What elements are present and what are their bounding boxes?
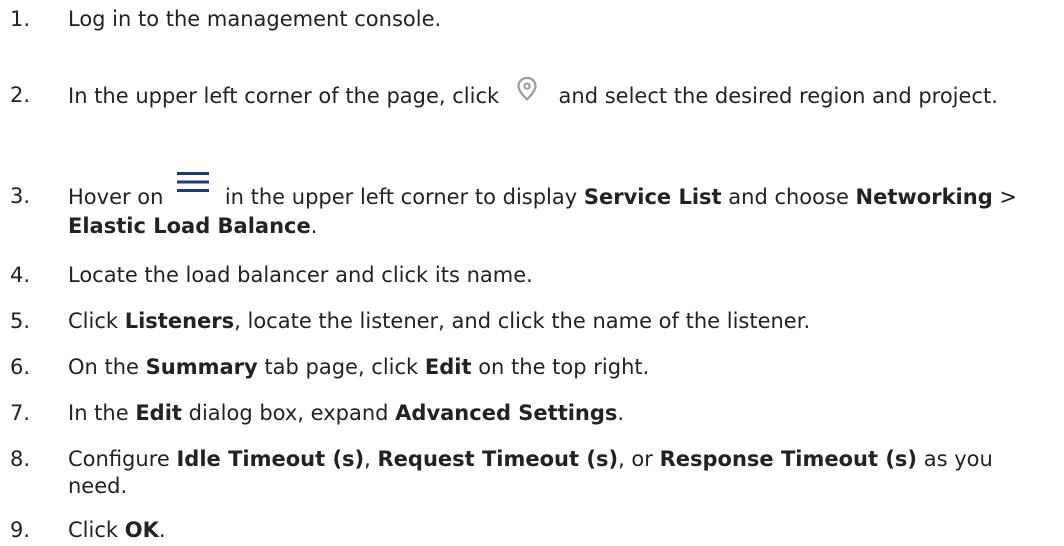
step-text-run: and choose	[721, 185, 856, 209]
ui-term: Edit	[424, 355, 472, 379]
ui-term: Advanced Settings	[395, 401, 618, 425]
step-text: Click Listeners, locate the listener, an…	[68, 308, 1058, 335]
step-text-run: and select the desired region and projec…	[551, 84, 998, 108]
step-text-run: Click	[68, 309, 125, 333]
step-text-run: In the upper left corner of the page, cl…	[68, 84, 506, 108]
step-text-run: on the top right.	[471, 355, 650, 379]
step-text-run: ,	[364, 447, 378, 471]
step-number: 5.	[10, 309, 31, 333]
step-number: 6.	[10, 355, 31, 379]
hamburger-menu-icon	[176, 167, 210, 197]
ui-term: OK	[124, 518, 159, 542]
step-text-run: , or	[618, 447, 660, 471]
step-text-run: tab page, click	[257, 355, 425, 379]
step-text: On the Summary tab page, click Edit on t…	[68, 354, 1058, 381]
step-number: 4.	[10, 263, 31, 287]
step-text: Locate the load balancer and click its n…	[68, 262, 1058, 289]
step-text-run: Log in to the management console.	[68, 7, 442, 31]
step-text-run: .	[310, 214, 318, 238]
step-text: Click OK.	[68, 517, 1058, 544]
ui-term: Idle Timeout (s)	[176, 447, 365, 471]
step-text-run: in the upper left corner to display	[218, 185, 584, 209]
step-text-run: Click	[68, 518, 125, 542]
ui-term: Listeners	[124, 309, 235, 333]
ui-term: Elastic Load Balance	[68, 214, 311, 238]
step-text-run: In the	[68, 401, 136, 425]
step-number: 2.	[10, 83, 31, 107]
location-pin-icon	[512, 74, 542, 104]
ui-term: Networking	[855, 185, 993, 209]
ui-term: Service List	[583, 185, 722, 209]
step-text-run: , locate the listener, and click the nam…	[234, 309, 811, 333]
step-text: In the upper left corner of the page, cl…	[68, 76, 1058, 112]
step-text-run: On the	[68, 355, 146, 379]
step-text-run: Configure	[68, 447, 177, 471]
step-number: 3.	[10, 184, 31, 208]
step-text-run: Hover on	[68, 185, 171, 209]
step-text-run: Locate the load balancer and click its n…	[68, 263, 533, 287]
step-text-run: dialog box, expand	[181, 401, 396, 425]
step-text-run: >	[992, 185, 1018, 209]
ui-term: Edit	[135, 401, 182, 425]
step-number: 7.	[10, 401, 31, 425]
step-text-run: .	[158, 518, 166, 542]
ui-term: Summary	[145, 355, 258, 379]
step-number: 8.	[10, 447, 31, 471]
ui-term: Response Timeout (s)	[659, 447, 918, 471]
step-text: Configure Idle Timeout (s), Request Time…	[68, 446, 1058, 500]
procedure-steps: 1. Log in to the management console. 2. In …	[0, 0, 1064, 546]
step-text: Log in to the management console.	[68, 6, 1058, 33]
step-number: 9.	[10, 518, 31, 542]
step-text: Hover on in the upper left corner to dis…	[68, 172, 1058, 240]
step-text: In the Edit dialog box, expand Advanced …	[68, 400, 1058, 427]
step-text-run: .	[617, 401, 625, 425]
step-number: 1.	[10, 7, 31, 31]
ui-term: Request Timeout (s)	[377, 447, 619, 471]
